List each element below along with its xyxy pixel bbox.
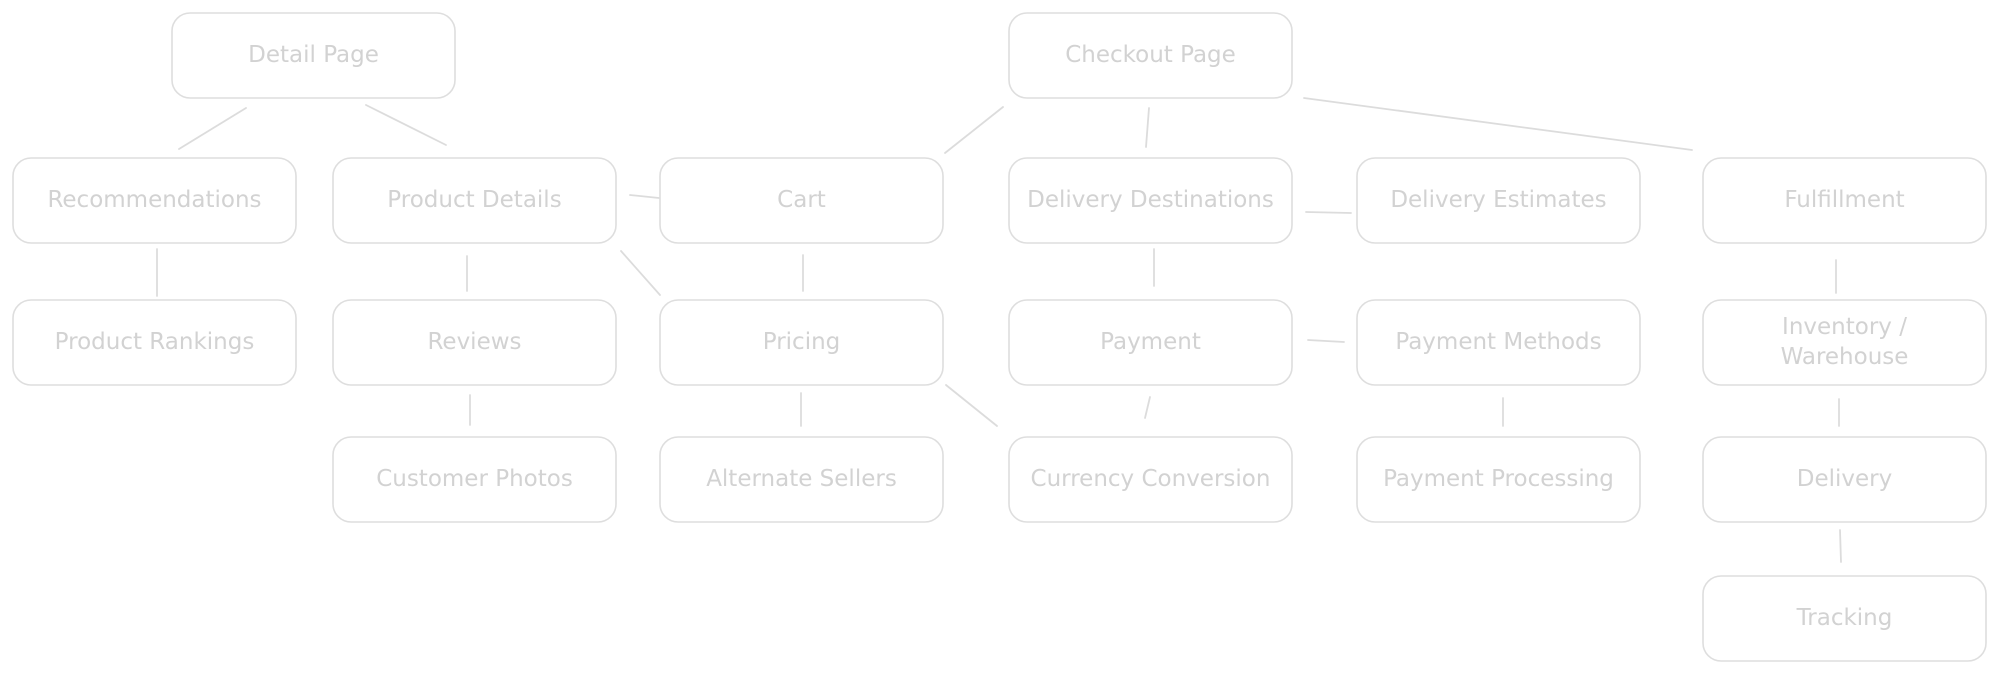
node-label: Warehouse bbox=[1781, 344, 1909, 370]
edge-checkout-page-to-delivery-destinations bbox=[1145, 107, 1150, 148]
node-alternate-sellers[interactable]: Alternate Sellers bbox=[659, 436, 944, 523]
edge-checkout-page-to-fulfillment bbox=[1303, 97, 1693, 151]
node-payment-processing[interactable]: Payment Processing bbox=[1356, 436, 1641, 523]
node-reviews[interactable]: Reviews bbox=[332, 299, 617, 386]
node-currency-conversion[interactable]: Currency Conversion bbox=[1008, 436, 1293, 523]
node-label: Recommendations bbox=[47, 187, 261, 213]
edge-pricing-to-currency-conversion bbox=[945, 384, 998, 427]
node-delivery-estimates[interactable]: Delivery Estimates bbox=[1356, 157, 1641, 244]
node-label: Payment Processing bbox=[1383, 466, 1614, 492]
node-label: Product Rankings bbox=[55, 329, 255, 355]
node-label: Delivery Destinations bbox=[1027, 187, 1274, 213]
edge-product-details-to-cart bbox=[629, 194, 660, 199]
edge-checkout-page-to-cart bbox=[944, 106, 1004, 154]
node-product-rankings[interactable]: Product Rankings bbox=[12, 299, 297, 386]
edge-payment-to-payment-methods bbox=[1307, 339, 1345, 343]
node-label: Fulfillment bbox=[1784, 187, 1904, 213]
diagram-canvas: Detail Page Checkout Page Recommendations P… bbox=[12, 12, 1987, 662]
edge-payment-to-currency-conversion bbox=[1144, 396, 1151, 419]
node-label: Cart bbox=[777, 187, 826, 213]
node-label: Product Details bbox=[387, 187, 561, 213]
edge-detail-page-to-product-details bbox=[365, 104, 447, 146]
node-inventory-warehouse[interactable]: Inventory / Warehouse bbox=[1702, 299, 1987, 386]
node-label: Inventory / bbox=[1782, 314, 1907, 340]
node-label: Reviews bbox=[427, 329, 521, 355]
node-fulfillment[interactable]: Fulfillment bbox=[1702, 157, 1987, 244]
node-product-details[interactable]: Product Details bbox=[332, 157, 617, 244]
node-label: Checkout Page bbox=[1065, 42, 1236, 68]
node-label: Currency Conversion bbox=[1031, 466, 1271, 492]
node-cart[interactable]: Cart bbox=[659, 157, 944, 244]
node-label: Payment Methods bbox=[1395, 329, 1601, 355]
node-label: Payment bbox=[1100, 329, 1201, 355]
node-delivery-destinations[interactable]: Delivery Destinations bbox=[1008, 157, 1293, 244]
node-label: Detail Page bbox=[248, 42, 379, 68]
edge-detail-page-to-recommendations bbox=[178, 107, 247, 150]
node-customer-photos[interactable]: Customer Photos bbox=[332, 436, 617, 523]
node-pricing[interactable]: Pricing bbox=[659, 299, 944, 386]
node-recommendations[interactable]: Recommendations bbox=[12, 157, 297, 244]
node-label: Customer Photos bbox=[376, 466, 573, 492]
edge-delivery-destinations-to-delivery-estimates bbox=[1305, 211, 1352, 214]
node-label: Alternate Sellers bbox=[706, 466, 897, 492]
node-payment-methods[interactable]: Payment Methods bbox=[1356, 299, 1641, 386]
node-payment[interactable]: Payment bbox=[1008, 299, 1293, 386]
node-label: Pricing bbox=[763, 329, 841, 355]
node-delivery[interactable]: Delivery bbox=[1702, 436, 1987, 523]
edge-product-details-to-pricing bbox=[620, 250, 661, 296]
node-tracking[interactable]: Tracking bbox=[1702, 575, 1987, 662]
node-label: Tracking bbox=[1796, 605, 1893, 631]
node-detail-page[interactable]: Detail Page bbox=[171, 12, 456, 99]
node-box bbox=[1702, 299, 1987, 386]
node-label: Delivery bbox=[1797, 466, 1892, 492]
node-checkout-page[interactable]: Checkout Page bbox=[1008, 12, 1293, 99]
edge-delivery-to-tracking bbox=[1839, 529, 1842, 563]
node-label: Delivery Estimates bbox=[1390, 187, 1606, 213]
